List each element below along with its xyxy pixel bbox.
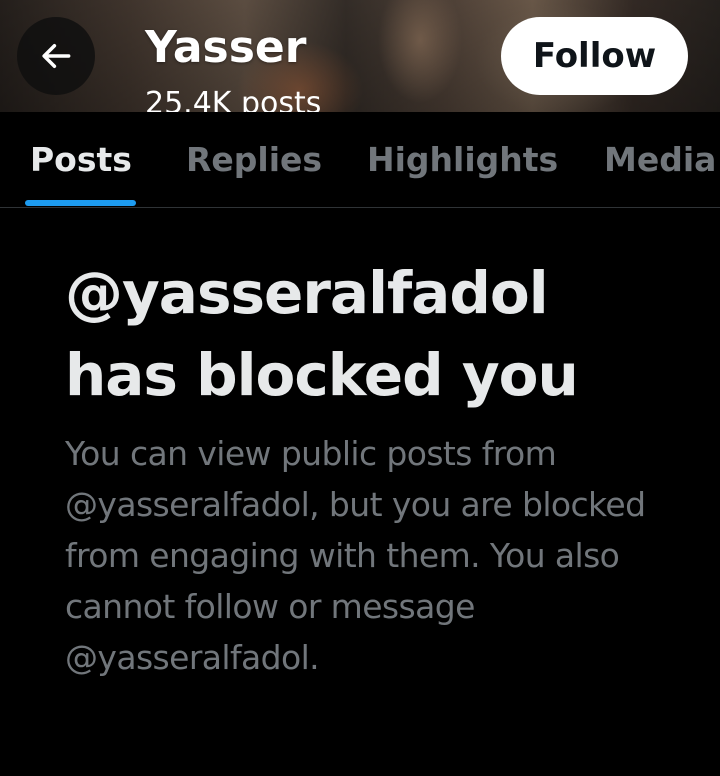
blocked-title: @yasseralfadol has blocked you: [65, 252, 705, 416]
tab-posts[interactable]: Posts: [30, 140, 132, 180]
profile-name: Yasser: [145, 22, 307, 73]
tab-highlights[interactable]: Highlights: [367, 140, 558, 180]
arrow-left-icon: [42, 43, 71, 69]
profile-header: Yasser 25.4K posts Follow: [0, 0, 720, 112]
blocked-description: You can view public posts from @yasseral…: [65, 434, 646, 677]
blocked-title-message: has blocked you: [65, 341, 579, 409]
post-count: 25.4K posts: [145, 86, 322, 112]
tab-media[interactable]: Media: [604, 140, 716, 180]
blocked-title-handle: @yasseralfadol: [65, 259, 549, 327]
tab-replies[interactable]: Replies: [186, 140, 322, 180]
follow-button[interactable]: Follow: [501, 17, 688, 95]
profile-tabs: Posts Replies Highlights Media: [0, 112, 720, 208]
back-button[interactable]: [17, 17, 95, 95]
active-tab-indicator: [25, 200, 136, 206]
